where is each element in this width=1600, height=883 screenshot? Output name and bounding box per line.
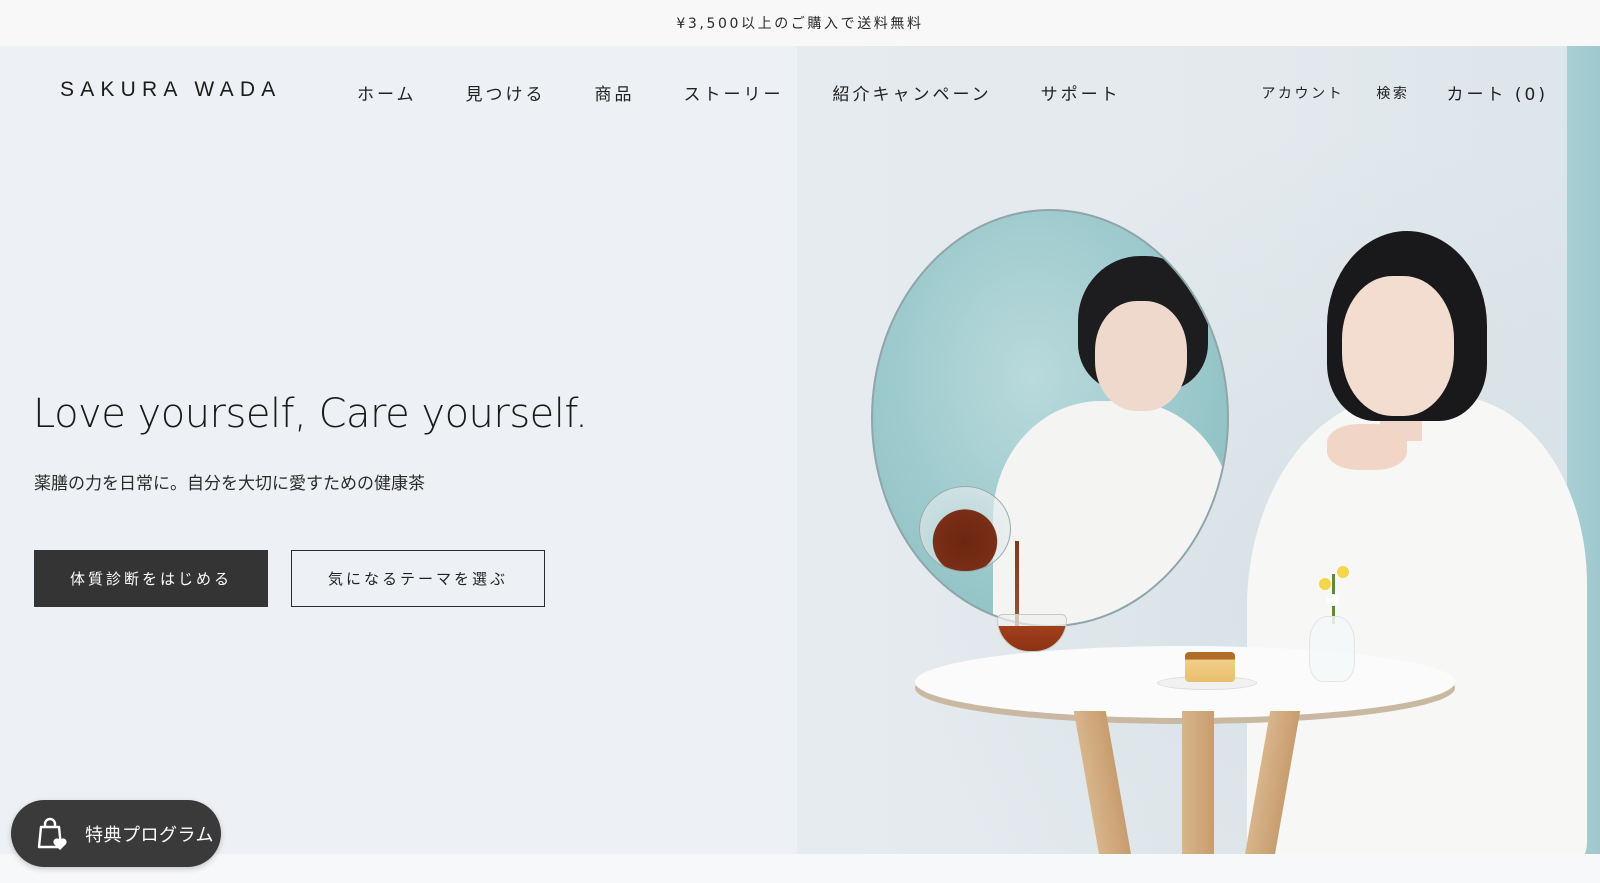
site-header: SAKURA WADA ホーム 見つける 商品 ストーリー 紹介キャンペーン サ… bbox=[0, 46, 1600, 138]
glass-teapot bbox=[919, 486, 1011, 572]
search-link[interactable]: 検索 bbox=[1376, 83, 1409, 103]
shopping-bag-heart-icon bbox=[33, 815, 71, 853]
nav-item-discover[interactable]: 見つける bbox=[466, 80, 546, 105]
nav-item-referral[interactable]: 紹介キャンペーン bbox=[833, 80, 992, 105]
hero-photo bbox=[797, 46, 1600, 854]
account-link[interactable]: アカウント bbox=[1261, 83, 1344, 103]
nav-item-story[interactable]: ストーリー bbox=[684, 80, 784, 105]
start-diagnosis-button[interactable]: 体質診断をはじめる bbox=[34, 550, 268, 607]
header-utilities: アカウント 検索 カート (0) bbox=[1261, 80, 1548, 105]
nav-item-home[interactable]: ホーム bbox=[357, 80, 417, 105]
glass-vase bbox=[1309, 616, 1355, 682]
choose-theme-button[interactable]: 気になるテーマを選ぶ bbox=[291, 550, 545, 607]
flower bbox=[1327, 594, 1339, 606]
hero-headline: Love yourself, Care yourself. bbox=[33, 391, 588, 437]
nav-item-support[interactable]: サポート bbox=[1041, 80, 1121, 105]
main-nav: ホーム 見つける 商品 ストーリー 紹介キャンペーン サポート bbox=[357, 80, 1170, 105]
cake-slice bbox=[1185, 652, 1235, 682]
nav-item-products[interactable]: 商品 bbox=[595, 80, 635, 105]
round-mirror bbox=[871, 209, 1229, 627]
rewards-label: 特典プログラム bbox=[85, 824, 214, 846]
brand-logo[interactable]: SAKURA WADA bbox=[60, 78, 281, 102]
cart-link[interactable]: カート (0) bbox=[1447, 80, 1548, 105]
woman-figure bbox=[1247, 396, 1587, 854]
flower bbox=[1337, 566, 1349, 578]
announcement-bar: ¥3,500以上のご購入で送料無料 bbox=[0, 0, 1600, 46]
flower bbox=[1319, 578, 1331, 590]
page-bottom bbox=[0, 854, 1600, 883]
rewards-launcher[interactable]: 特典プログラム bbox=[11, 800, 221, 867]
hero-subcopy: 薬膳の力を日常に。自分を大切に愛すための健康茶 bbox=[34, 474, 425, 494]
announcement-text: ¥3,500以上のご購入で送料無料 bbox=[676, 16, 924, 32]
hero-section: Love yourself, Care yourself. 薬膳の力を日常に。自… bbox=[0, 46, 1600, 854]
